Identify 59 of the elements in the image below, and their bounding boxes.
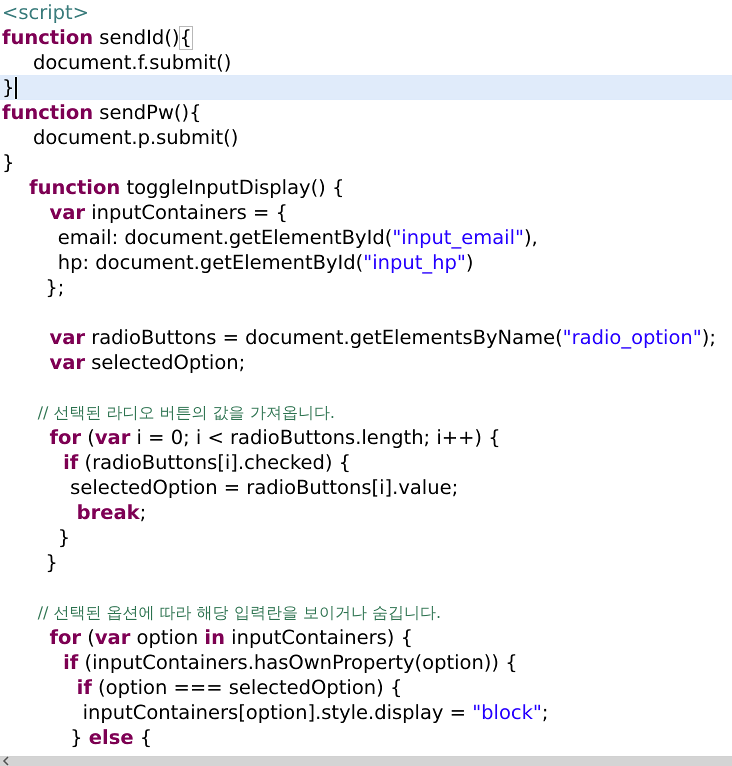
- code-text: document.f.submit(): [32, 50, 232, 75]
- text-cursor: [15, 76, 18, 98]
- scroll-left-icon[interactable]: [1, 756, 11, 766]
- keyword: function: [28, 175, 120, 200]
- string-literal: "radio_option": [562, 325, 702, 350]
- keyword: if: [62, 650, 78, 675]
- keyword: function: [2, 100, 94, 125]
- code-comment: // 선택된 라디오 버튼의 값을 가져옵니다.: [36, 402, 335, 424]
- keyword: var: [94, 425, 130, 450]
- code-text: ),: [524, 225, 538, 250]
- code-text: );: [702, 325, 716, 350]
- keyword: var: [48, 350, 86, 375]
- code-text: selectedOption;: [90, 350, 246, 375]
- code-text: }: [56, 525, 70, 550]
- keyword: break: [76, 500, 140, 525]
- code-comment: // 선택된 옵션에 따라 해당 입력란을 보이거나 숨깁니다.: [36, 602, 442, 624]
- code-text: ;: [140, 500, 146, 525]
- keyword: for: [48, 625, 82, 650]
- string-literal: "input_email": [392, 225, 524, 250]
- keyword: var: [94, 625, 130, 650]
- string-literal: "input_hp": [363, 250, 466, 275]
- code-text: sendId(): [98, 25, 180, 50]
- code-text: };: [44, 275, 64, 300]
- keyword: function: [2, 25, 94, 50]
- code-text: radioButtons = document.getElementsByName(: [90, 325, 563, 350]
- code-text: sendPw(){: [98, 100, 202, 125]
- code-text: }: [2, 150, 14, 175]
- code-text: option: [136, 625, 200, 650]
- keyword: if: [62, 450, 78, 475]
- keyword: var: [48, 200, 86, 225]
- code-text: inputContainers) {: [230, 625, 414, 650]
- matched-bracket: {: [180, 26, 192, 48]
- keyword: else: [88, 725, 134, 750]
- code-text: document.p.submit(): [32, 125, 238, 150]
- keyword: in: [204, 625, 225, 650]
- keyword: for: [48, 425, 82, 450]
- code-text: (inputContainers.hasOwnProperty(option)) {: [83, 650, 518, 675]
- code-text: }: [2, 75, 14, 100]
- string-literal: "block": [472, 700, 542, 725]
- script-tag: <script>: [2, 0, 90, 25]
- code-text: (: [86, 625, 95, 650]
- code-text: }: [69, 725, 84, 750]
- code-text: ): [466, 250, 474, 275]
- code-text: inputContainers[option].style.display =: [82, 700, 468, 725]
- code-text: hp: document.getElementById(: [56, 250, 364, 275]
- keyword: var: [48, 325, 86, 350]
- code-text: toggleInputDisplay() {: [125, 175, 344, 200]
- code-text: i = 0; i < radioButtons.length; i++) {: [136, 425, 501, 450]
- code-text: inputContainers = {: [90, 200, 288, 225]
- code-text: (: [86, 425, 95, 450]
- horizontal-scrollbar[interactable]: [0, 756, 732, 766]
- code-text: {: [138, 725, 152, 750]
- keyword: if: [76, 675, 92, 700]
- code-text: (option === selectedOption) {: [97, 675, 402, 700]
- code-text: ;: [542, 700, 548, 725]
- code-text: (radioButtons[i].checked) {: [83, 450, 352, 475]
- code-text: }: [44, 550, 58, 575]
- code-text: selectedOption = radioButtons[i].value;: [69, 475, 458, 500]
- code-text: email: document.getElementById(: [56, 225, 392, 250]
